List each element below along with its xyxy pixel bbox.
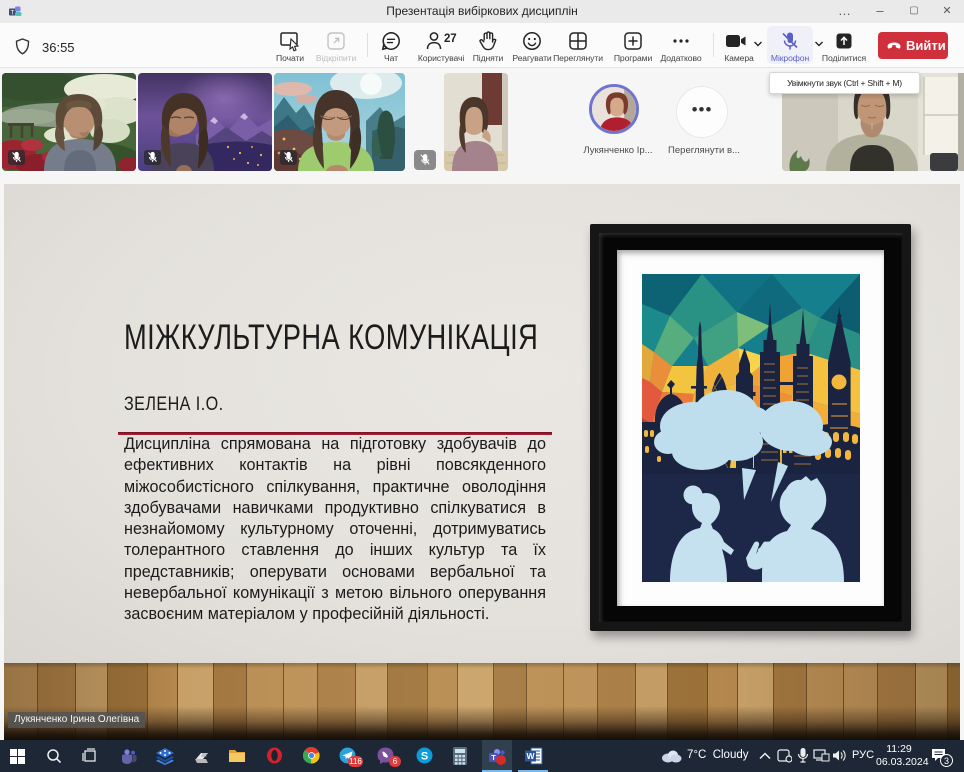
svg-text:S: S: [421, 751, 428, 763]
svg-text:W: W: [526, 751, 535, 761]
svg-text:T: T: [11, 10, 15, 16]
svg-text:T: T: [491, 753, 496, 762]
svg-text:27: 27: [444, 33, 457, 45]
